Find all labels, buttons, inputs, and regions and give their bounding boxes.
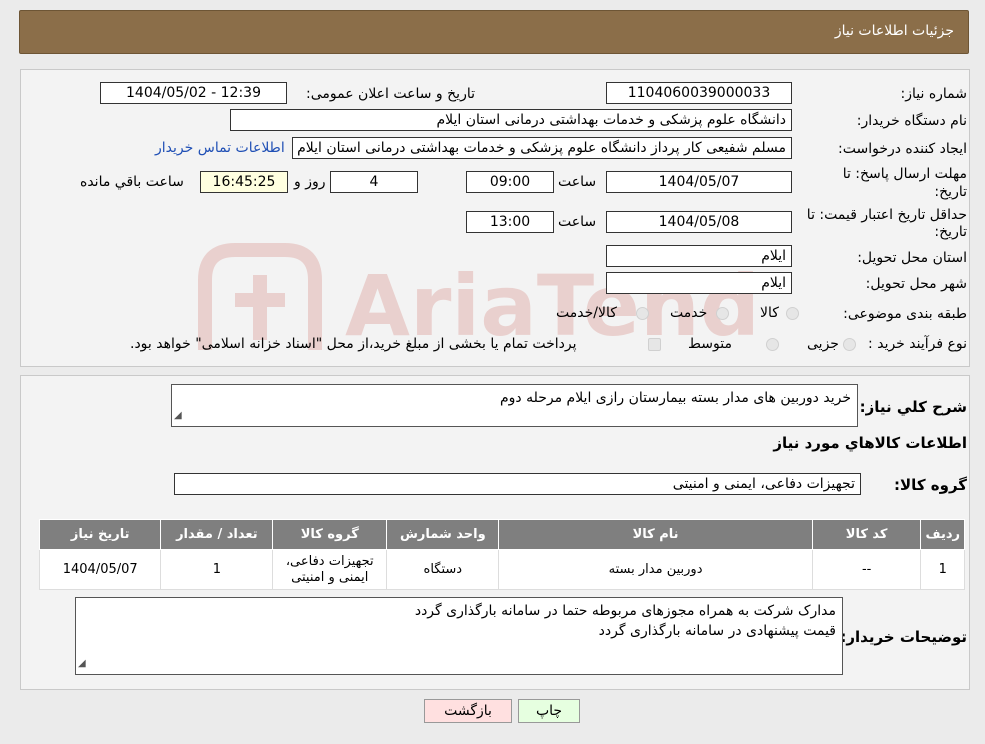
deadline-label: مهلت ارسال پاسخ: تا xyxy=(842,166,967,182)
buyer-notes-textarea[interactable]: مدارک شرکت به همراه مجوزهای مربوطه حتما … xyxy=(75,597,843,675)
table-row: 1 -- دوربین مدار بسته دستگاه تجهیزات دفا… xyxy=(38,549,965,590)
process-note: پرداخت تمام یا بخشی از مبلغ خرید،از محل … xyxy=(130,336,577,352)
need-number-field: 1104060039000033 xyxy=(606,82,792,104)
buyer-notes-label: توضیحات خریدار: xyxy=(840,628,967,646)
process-label: نوع فرآیند خرید : xyxy=(868,336,967,352)
buyer-notes-line-2: قیمت پیشنهادی در سامانه بارگذاری گردد xyxy=(598,623,836,639)
process-medium-radio[interactable] xyxy=(766,338,779,351)
category-goods-radio[interactable] xyxy=(786,307,799,320)
cell-goods-name: دوربین مدار بسته xyxy=(498,549,813,590)
creator-label: ایجاد کننده درخواست: xyxy=(838,141,967,157)
days-field: 4 xyxy=(330,171,418,193)
goods-group-field: تجهیزات دفاعی، ایمنی و امنیتی xyxy=(174,473,861,495)
page-header: جزئیات اطلاعات نیاز xyxy=(19,10,969,54)
cell-quantity: 1 xyxy=(160,549,274,590)
cell-row-number: 1 xyxy=(920,549,965,590)
table-header-row: رديف کد کالا نام کالا واحد شمارش گروه کا… xyxy=(38,519,965,550)
cell-unit: دستگاه xyxy=(386,549,500,590)
category-label: طبقه بندی موضوعی: xyxy=(843,306,967,322)
announce-label: تاریخ و ساعت اعلان عمومی: xyxy=(306,86,475,102)
validity-label-date: تاریخ: xyxy=(934,224,967,240)
deadline-date-field: 1404/05/07 xyxy=(606,171,792,193)
col-unit: واحد شمارش xyxy=(386,519,500,550)
category-service-label: خدمت xyxy=(670,305,708,321)
buyer-contact-link[interactable]: اطلاعات تماس خریدار xyxy=(155,140,285,156)
col-need-date: تاريخ نياز xyxy=(38,519,162,550)
buyer-org-label: نام دستگاه خریدار: xyxy=(856,113,967,129)
province-field: ایلام xyxy=(606,245,792,267)
process-medium-label: متوسط xyxy=(688,336,732,352)
validity-label: حداقل تاریخ اعتبار قیمت: تا xyxy=(806,207,967,223)
col-goods-code: کد کالا xyxy=(811,519,922,550)
cell-goods-code: -- xyxy=(811,549,922,590)
deadline-label-date: تاریخ: xyxy=(934,184,967,200)
city-field: ایلام xyxy=(606,272,792,294)
process-partial-radio[interactable] xyxy=(843,338,856,351)
col-goods-name: نام کالا xyxy=(498,519,813,550)
cell-goods-group: تجهیزات دفاعی، ایمنی و امنیتی xyxy=(272,549,388,590)
col-row-number: رديف xyxy=(920,519,965,550)
page-title: جزئیات اطلاعات نیاز xyxy=(834,23,954,39)
goods-info-title: اطلاعات کالاهاي مورد نياز xyxy=(773,434,967,452)
deadline-time-field: 09:00 xyxy=(466,171,554,193)
resize-grip-icon[interactable]: ◢ xyxy=(78,654,86,674)
creator-field: مسلم شفیعی کار پرداز دانشگاه علوم پزشکی … xyxy=(292,137,792,159)
items-table: رديف کد کالا نام کالا واحد شمارش گروه کا… xyxy=(38,519,965,590)
province-label: استان محل تحویل: xyxy=(857,250,967,266)
goods-group-label: گروه کالا: xyxy=(894,476,967,494)
category-goods-service-radio[interactable] xyxy=(636,307,649,320)
category-service-radio[interactable] xyxy=(716,307,729,320)
city-label: شهر محل تحویل: xyxy=(865,276,967,292)
print-button[interactable]: چاپ xyxy=(518,699,580,723)
remaining-time-field: 16:45:25 xyxy=(200,171,288,193)
cell-need-date: 1404/05/07 xyxy=(38,549,162,590)
summary-text: خرید دوربین های مدار بسته بیمارستان رازی… xyxy=(499,390,851,406)
validity-date-field: 1404/05/08 xyxy=(606,211,792,233)
summary-textarea[interactable]: خرید دوربین های مدار بسته بیمارستان رازی… xyxy=(171,384,858,427)
validity-time-field: 13:00 xyxy=(466,211,554,233)
col-quantity: تعداد / مقدار xyxy=(160,519,274,550)
buyer-notes-line-1: مدارک شرکت به همراه مجوزهای مربوطه حتما … xyxy=(414,603,836,619)
resize-grip-icon[interactable]: ◢ xyxy=(174,406,182,426)
remaining-label: ساعت باقي مانده xyxy=(80,174,184,190)
deadline-time-label: ساعت xyxy=(558,174,597,190)
back-button[interactable]: بازگشت xyxy=(424,699,512,723)
validity-time-label: ساعت xyxy=(558,214,597,230)
process-partial-label: جزیی xyxy=(807,336,839,352)
announce-field: 1404/05/02 - 12:39 xyxy=(100,82,287,104)
summary-label: شرح کلي نياز: xyxy=(859,398,967,416)
need-number-label: شماره نیاز: xyxy=(900,86,968,102)
process-treasury-checkbox[interactable] xyxy=(648,338,661,351)
col-goods-group: گروه کالا xyxy=(272,519,388,550)
category-goods-label: کالا xyxy=(760,305,779,321)
category-goods-service-label: کالا/خدمت xyxy=(556,305,617,321)
buyer-org-field: دانشگاه علوم پزشکی و خدمات بهداشتی درمان… xyxy=(230,109,792,131)
days-label: روز و xyxy=(294,174,326,190)
